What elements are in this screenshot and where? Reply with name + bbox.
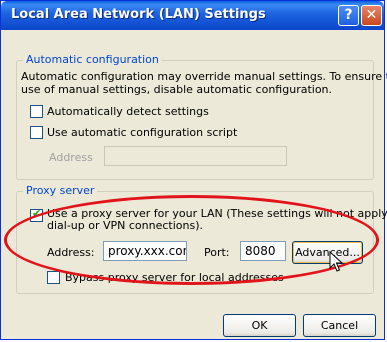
auto-detect-checkbox[interactable] [30, 105, 43, 118]
auto-config-address-label: Address [49, 151, 93, 164]
proxy-port-field[interactable]: 8080 [240, 241, 286, 261]
auto-config-script-label[interactable]: Use automatic configuration script [47, 126, 237, 139]
lan-settings-dialog: Local Area Network (LAN) Settings ? ✕ Au… [0, 0, 387, 340]
close-icon: ✕ [365, 7, 378, 23]
use-proxy-checkbox[interactable] [30, 207, 43, 222]
help-button[interactable]: ? [338, 5, 359, 26]
auto-config-script-checkbox[interactable] [30, 126, 43, 139]
auto-detect-label[interactable]: Automatically detect settings [47, 105, 209, 118]
auto-config-description-line2: use of manual settings, disable automati… [21, 83, 333, 96]
auto-config-description-line1: Automatic configuration may override man… [21, 70, 387, 83]
proxy-server-legend: Proxy server [23, 184, 98, 197]
use-proxy-label-line2[interactable]: dial-up or VPN connections). [47, 219, 203, 232]
proxy-address-field[interactable]: proxy.xxx.com [103, 241, 187, 261]
proxy-port-label: Port: [204, 246, 230, 259]
cancel-button[interactable]: Cancel [303, 314, 376, 337]
proxy-address-label: Address: [47, 246, 95, 259]
bypass-local-label[interactable]: Bypass proxy server for local addresses [65, 271, 284, 284]
bypass-local-checkbox[interactable] [47, 271, 60, 284]
window-title: Local Area Network (LAN) Settings [11, 7, 266, 22]
advanced-button[interactable]: Advanced... [292, 241, 363, 264]
mouse-cursor-icon [329, 251, 343, 272]
auto-config-address-field[interactable] [104, 146, 287, 166]
help-icon: ? [344, 7, 353, 23]
ok-button[interactable]: OK [223, 314, 296, 337]
title-bar[interactable]: Local Area Network (LAN) Settings ? ✕ [1, 1, 384, 30]
close-button[interactable]: ✕ [361, 5, 382, 26]
automatic-configuration-legend: Automatic configuration [23, 53, 162, 66]
